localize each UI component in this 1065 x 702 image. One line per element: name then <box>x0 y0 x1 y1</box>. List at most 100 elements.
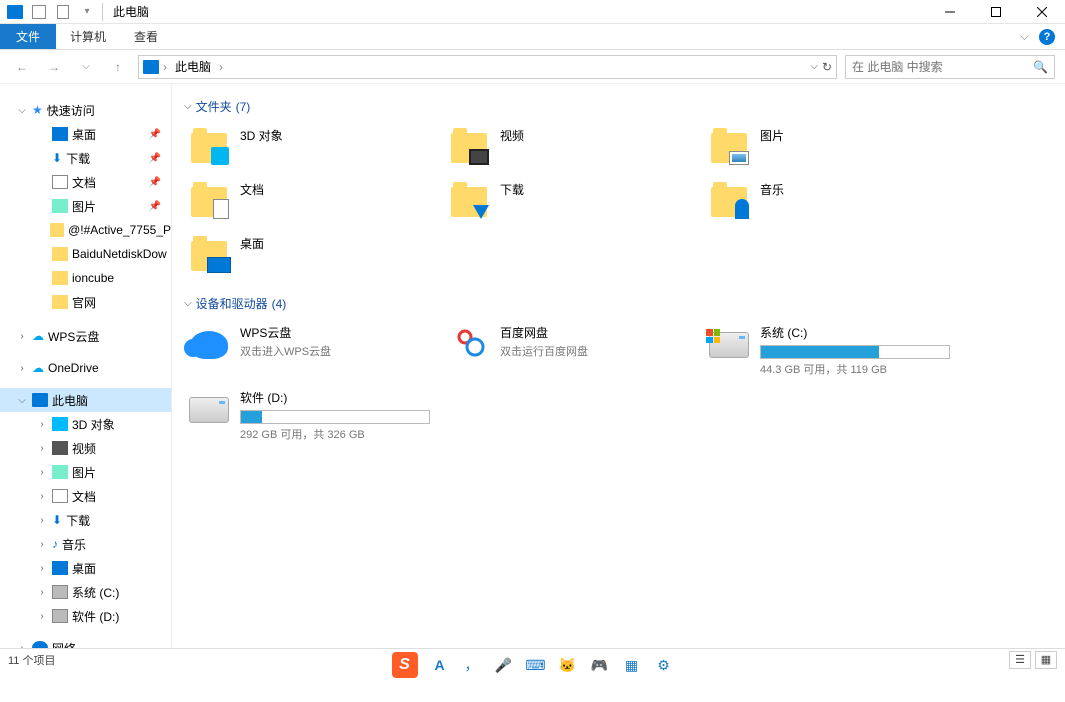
ime-game-icon[interactable]: 🎮 <box>590 655 610 675</box>
folder-desktop[interactable]: 桌面 <box>184 231 434 281</box>
window-controls <box>927 0 1065 24</box>
tree-item[interactable]: ›软件 (D:) <box>0 604 171 628</box>
devices-grid: WPS云盘双击进入WPS云盘 百度网盘双击运行百度网盘 系统 (C:) 44.3… <box>184 320 1053 446</box>
address-bar[interactable]: › 此电脑 › ⌵ ↻ <box>138 55 837 79</box>
tree-item[interactable]: 图片📌 <box>0 194 171 218</box>
folder-videos[interactable]: 视频 <box>444 123 694 173</box>
drive-icon <box>709 332 749 358</box>
folder-pictures[interactable]: 图片 <box>704 123 954 173</box>
pc-icon[interactable] <box>4 1 26 23</box>
pc-icon <box>143 60 159 74</box>
qat-dropdown-icon[interactable]: ▾ <box>76 1 98 23</box>
ime-engine-icon[interactable]: S <box>392 652 418 678</box>
device-wps[interactable]: WPS云盘双击进入WPS云盘 <box>184 320 434 381</box>
tree-item[interactable]: ›♪音乐 <box>0 532 171 556</box>
ime-punct-icon[interactable]: ， <box>462 655 482 675</box>
tree-item[interactable]: ›文档 <box>0 484 171 508</box>
minimize-button[interactable] <box>927 0 973 24</box>
title-bar: ▾ 此电脑 <box>0 0 1065 24</box>
view-tab[interactable]: 查看 <box>120 24 172 49</box>
ime-settings-icon[interactable]: ⚙ <box>654 655 674 675</box>
quick-access-toolbar: ▾ <box>0 1 98 23</box>
main-area: ⌵★ 快速访问 桌面📌 ⬇下载📌 文档📌 图片📌 @!#Active_7755_… <box>0 84 1065 648</box>
up-button[interactable]: ↑ <box>106 55 130 79</box>
computer-tab[interactable]: 计算机 <box>56 24 120 49</box>
drive-d-usage-bar <box>240 410 430 424</box>
help-icon[interactable]: ? <box>1039 29 1055 45</box>
ime-grid-icon[interactable]: ▦ <box>622 655 642 675</box>
chevron-right-icon: › <box>219 60 223 74</box>
folders-grid: 3D 对象 视频 图片 文档 下载 音乐 桌面 <box>184 123 1053 281</box>
drive-icon <box>189 397 229 423</box>
tree-item[interactable]: ›视频 <box>0 436 171 460</box>
tree-item[interactable]: ⬇下载📌 <box>0 146 171 170</box>
search-box[interactable]: 🔍 <box>845 55 1055 79</box>
tree-onedrive[interactable]: ›☁OneDrive <box>0 356 171 380</box>
ime-keyboard-icon[interactable]: ⌨ <box>526 655 546 675</box>
ime-lang-icon[interactable]: A <box>430 655 450 675</box>
tree-item[interactable]: ›图片 <box>0 460 171 484</box>
tree-this-pc[interactable]: ⌵此电脑 <box>0 388 171 412</box>
properties-icon[interactable] <box>28 1 50 23</box>
ribbon-tabs: 文件 计算机 查看 ⌵ ? <box>0 24 1065 50</box>
window-title: 此电脑 <box>113 3 149 20</box>
drive-d[interactable]: 软件 (D:) 292 GB 可用，共 326 GB <box>184 385 434 446</box>
drive-c-usage-bar <box>760 345 950 359</box>
tree-label: 快速访问 <box>47 102 95 119</box>
ime-mic-icon[interactable]: 🎤 <box>494 655 514 675</box>
pin-icon: 📌 <box>149 129 161 140</box>
divider <box>102 3 103 21</box>
details-view-button[interactable]: ☰ <box>1009 651 1031 669</box>
tree-wps[interactable]: ›☁WPS云盘 <box>0 324 171 348</box>
new-doc-icon[interactable] <box>52 1 74 23</box>
tree-item[interactable]: ›3D 对象 <box>0 412 171 436</box>
nav-bar: ← → ⌵ ↑ › 此电脑 › ⌵ ↻ 🔍 <box>0 50 1065 84</box>
close-button[interactable] <box>1019 0 1065 24</box>
pin-icon: 📌 <box>149 177 161 188</box>
tree-item[interactable]: @!#Active_7755_P <box>0 218 171 242</box>
folder-downloads[interactable]: 下载 <box>444 177 694 227</box>
group-folders-header[interactable]: ⌵ 文件夹 (7) <box>184 98 1053 115</box>
file-tab[interactable]: 文件 <box>0 24 56 49</box>
tree-item[interactable]: BaiduNetdiskDow <box>0 242 171 266</box>
tree-network[interactable]: ›网络 <box>0 636 171 648</box>
pin-icon: 📌 <box>149 201 161 212</box>
ime-toolbar[interactable]: S A ， 🎤 ⌨ 🐱 🎮 ▦ ⚙ <box>382 650 684 680</box>
forward-button[interactable]: → <box>42 55 66 79</box>
tree-item[interactable]: 桌面📌 <box>0 122 171 146</box>
address-dropdown-icon[interactable]: ⌵ <box>810 61 818 72</box>
ribbon-expand-icon[interactable]: ⌵ <box>1020 29 1029 44</box>
windows-badge-icon <box>706 329 720 343</box>
refresh-button[interactable]: ↻ <box>822 60 832 74</box>
history-dropdown-icon[interactable]: ⌵ <box>74 55 98 79</box>
maximize-button[interactable] <box>973 0 1019 24</box>
folder-documents[interactable]: 文档 <box>184 177 434 227</box>
pin-icon: 📌 <box>149 153 161 164</box>
chevron-right-icon: › <box>163 60 167 74</box>
folder-3d-objects[interactable]: 3D 对象 <box>184 123 434 173</box>
chevron-down-icon: ⌵ <box>184 101 192 112</box>
search-input[interactable] <box>852 60 1033 74</box>
icons-view-button[interactable]: ▦ <box>1035 651 1057 669</box>
tree-item[interactable]: ›系统 (C:) <box>0 580 171 604</box>
tree-item[interactable]: 官网 <box>0 290 171 314</box>
search-icon[interactable]: 🔍 <box>1033 60 1048 74</box>
view-switcher: ☰ ▦ <box>1009 651 1057 669</box>
cloud-icon <box>190 331 228 359</box>
tree-item[interactable]: 文档📌 <box>0 170 171 194</box>
drive-c[interactable]: 系统 (C:) 44.3 GB 可用，共 119 GB <box>704 320 954 381</box>
nav-tree: ⌵★ 快速访问 桌面📌 ⬇下载📌 文档📌 图片📌 @!#Active_7755_… <box>0 84 172 648</box>
folder-music[interactable]: 音乐 <box>704 177 954 227</box>
ime-emoji-icon[interactable]: 🐱 <box>558 655 578 675</box>
breadcrumb-this-pc[interactable]: 此电脑 <box>171 56 215 77</box>
chevron-down-icon: ⌵ <box>184 298 192 309</box>
group-devices-header[interactable]: ⌵ 设备和驱动器 (4) <box>184 295 1053 312</box>
back-button[interactable]: ← <box>10 55 34 79</box>
device-baidu[interactable]: 百度网盘双击运行百度网盘 <box>444 320 694 381</box>
tree-item[interactable]: ›⬇下载 <box>0 508 171 532</box>
item-count: 11 个项目 <box>8 652 55 668</box>
tree-item[interactable]: ›桌面 <box>0 556 171 580</box>
content-pane: ⌵ 文件夹 (7) 3D 对象 视频 图片 文档 下载 音乐 桌面 ⌵ 设备和驱… <box>172 84 1065 648</box>
tree-item[interactable]: ioncube <box>0 266 171 290</box>
tree-quick-access[interactable]: ⌵★ 快速访问 <box>0 98 171 122</box>
